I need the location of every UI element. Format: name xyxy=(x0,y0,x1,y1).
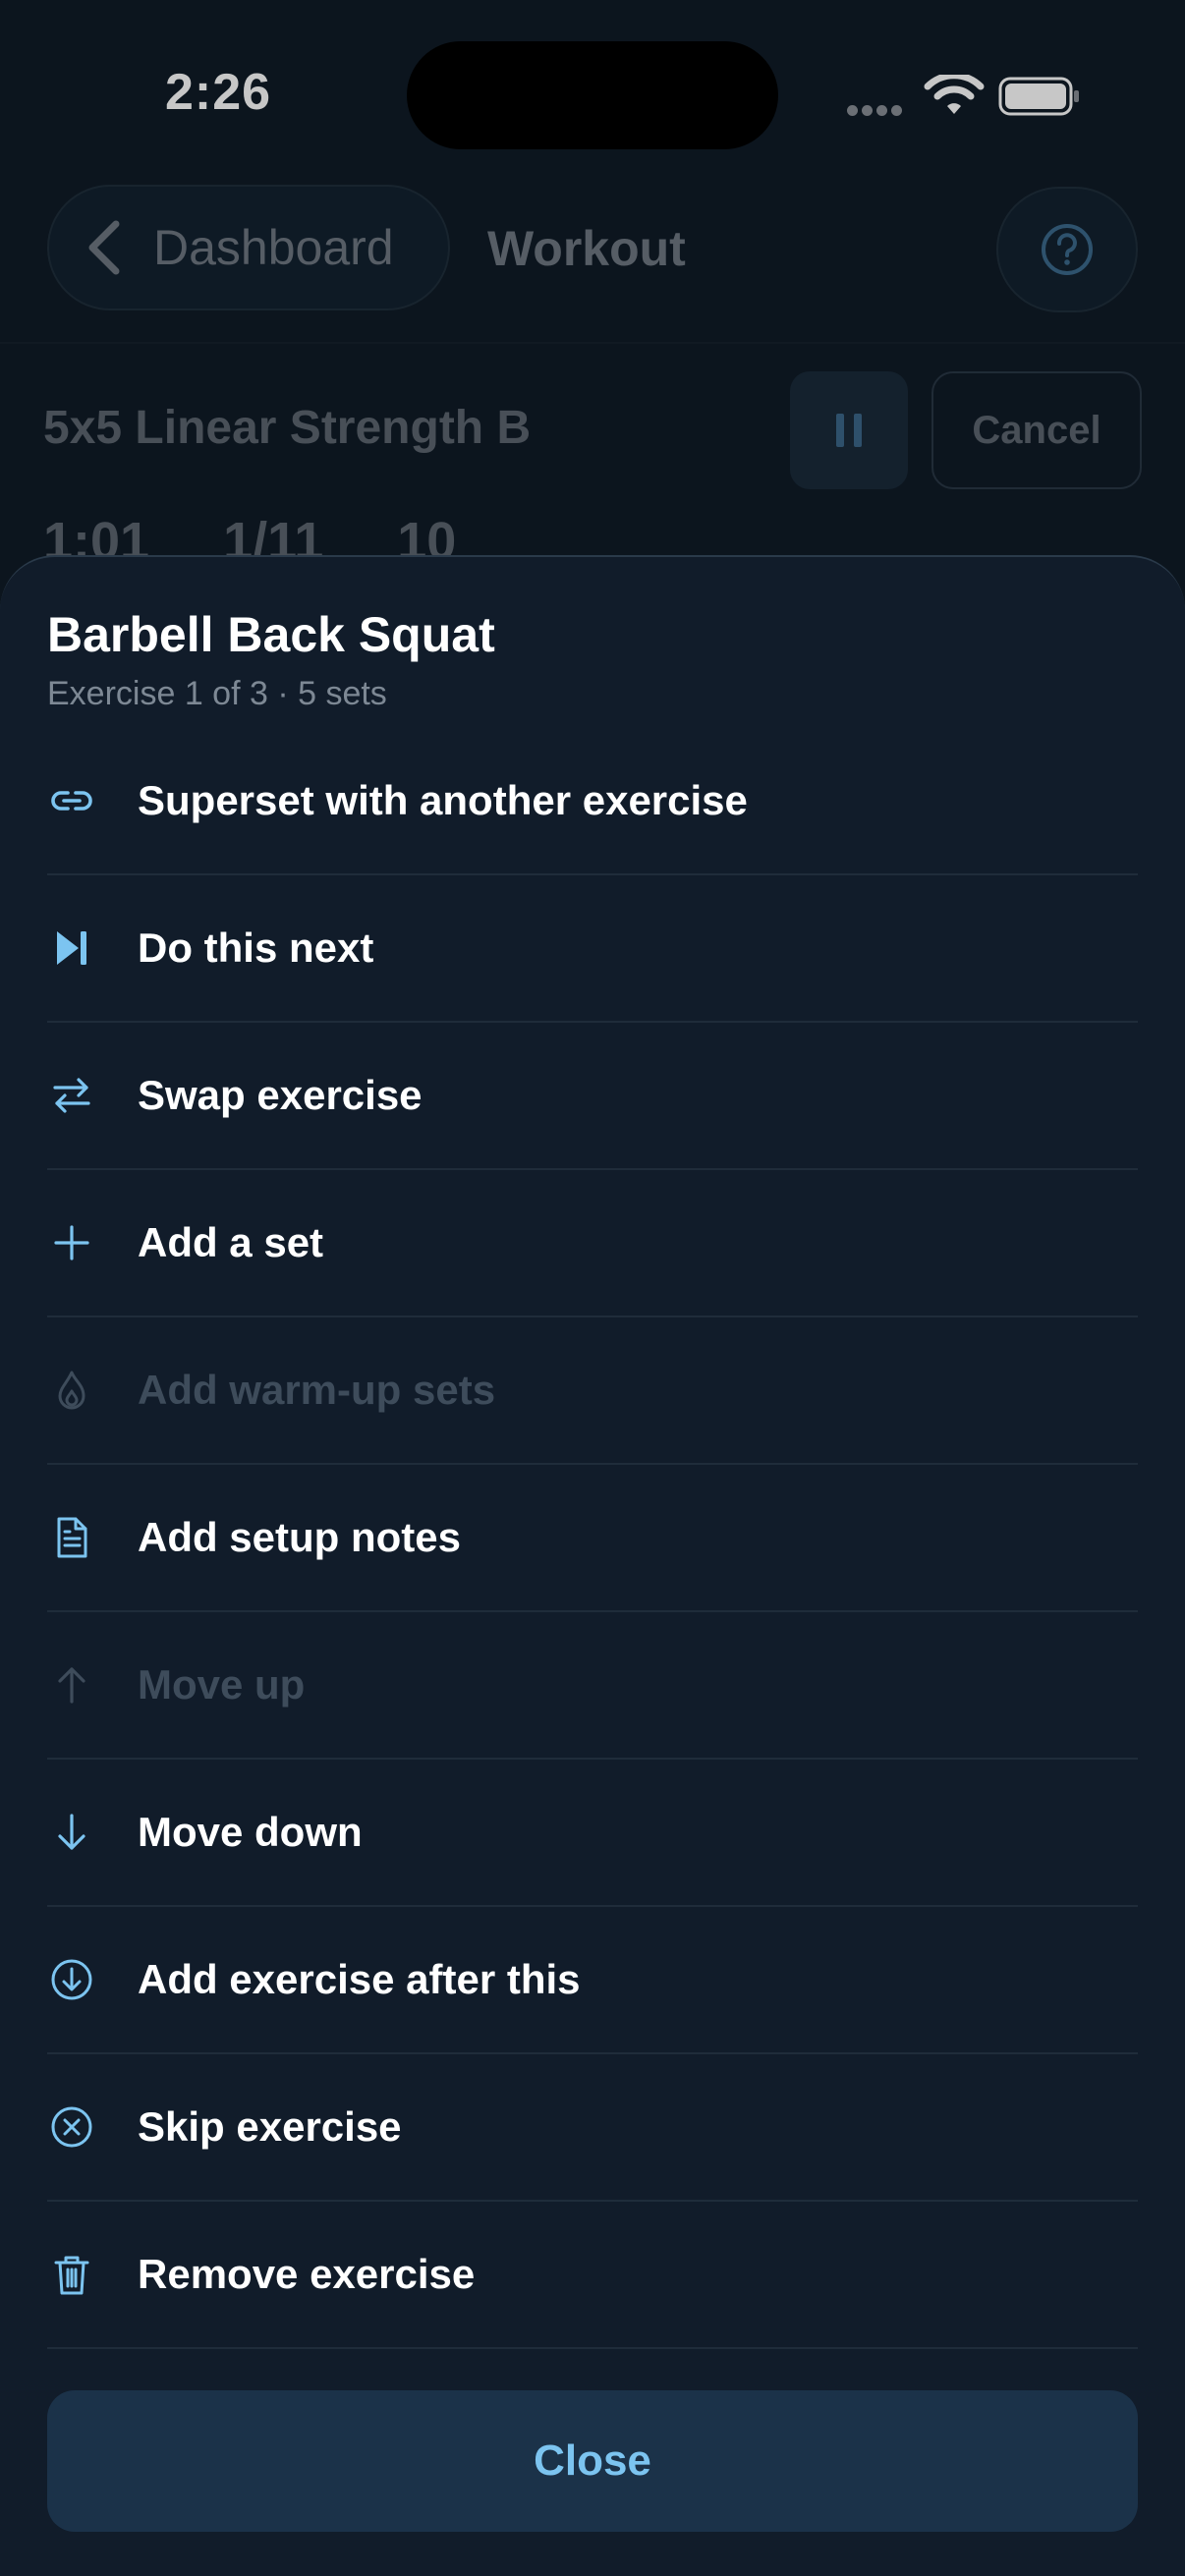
arrow-down-icon xyxy=(47,1808,96,1857)
menu-item-remove-exercise[interactable]: Remove exercise xyxy=(47,2202,1138,2349)
menu-item-move-down[interactable]: Move down xyxy=(47,1760,1138,1907)
arrow-up-icon xyxy=(47,1660,96,1709)
trash-icon xyxy=(47,2250,96,2299)
menu-item-move-up: Move up xyxy=(47,1612,1138,1760)
menu-item-label: Swap exercise xyxy=(138,1072,423,1118)
close-button[interactable]: Close xyxy=(47,2390,1138,2532)
plus-icon xyxy=(47,1218,96,1267)
menu-item-superset[interactable]: Superset with another exercise xyxy=(47,728,1138,875)
document-icon xyxy=(47,1513,96,1562)
menu-item-add-warmup-sets: Add warm-up sets xyxy=(47,1317,1138,1465)
action-menu: Superset with another exercise Do this n… xyxy=(47,728,1138,2349)
sheet-subtitle: Exercise 1 of 3 · 5 sets xyxy=(47,675,387,712)
swap-icon xyxy=(47,1071,96,1120)
menu-item-label: Add warm-up sets xyxy=(138,1367,496,1413)
menu-item-add-set[interactable]: Add a set xyxy=(47,1170,1138,1317)
menu-item-swap-exercise[interactable]: Swap exercise xyxy=(47,1023,1138,1170)
menu-item-add-exercise-after[interactable]: Add exercise after this xyxy=(47,1907,1138,2054)
menu-item-label: Add exercise after this xyxy=(138,1956,581,2002)
flame-icon xyxy=(47,1366,96,1415)
menu-item-skip-exercise[interactable]: Skip exercise xyxy=(47,2054,1138,2202)
menu-item-do-this-next[interactable]: Do this next xyxy=(47,875,1138,1023)
menu-item-label: Move up xyxy=(138,1661,306,1708)
menu-item-label: Do this next xyxy=(138,924,374,971)
menu-item-label: Add a set xyxy=(138,1219,324,1265)
menu-item-add-setup-notes[interactable]: Add setup notes xyxy=(47,1465,1138,1612)
menu-item-label: Move down xyxy=(138,1809,363,1855)
skip-next-icon xyxy=(47,924,96,973)
menu-item-label: Remove exercise xyxy=(138,2251,476,2297)
circle-x-icon xyxy=(47,2102,96,2152)
menu-item-label: Add setup notes xyxy=(138,1514,462,1560)
link-icon xyxy=(47,776,96,825)
menu-item-label: Superset with another exercise xyxy=(138,777,748,823)
sheet-title: Barbell Back Squat xyxy=(47,607,495,662)
circle-arrow-down-icon xyxy=(47,1955,96,2004)
menu-item-label: Skip exercise xyxy=(138,2103,402,2150)
exercise-actions-sheet: Barbell Back Squat Exercise 1 of 3 · 5 s… xyxy=(0,555,1185,2576)
